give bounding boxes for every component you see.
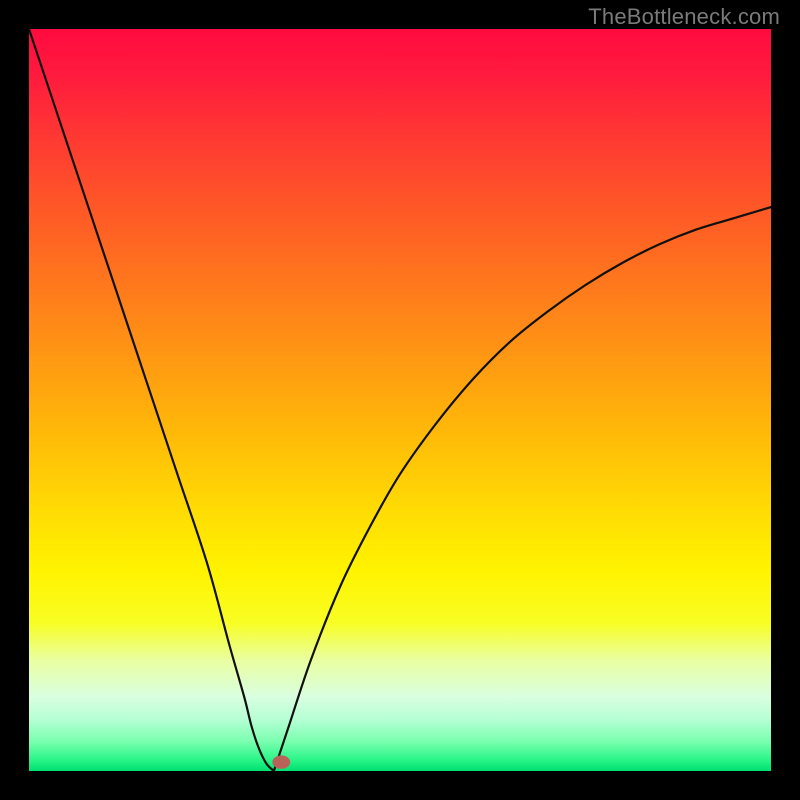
watermark-text: TheBottleneck.com — [588, 4, 780, 30]
chart-background — [29, 29, 771, 771]
chart-plot — [29, 29, 771, 771]
chart-frame: TheBottleneck.com — [0, 0, 800, 800]
minimum-marker — [272, 755, 290, 768]
